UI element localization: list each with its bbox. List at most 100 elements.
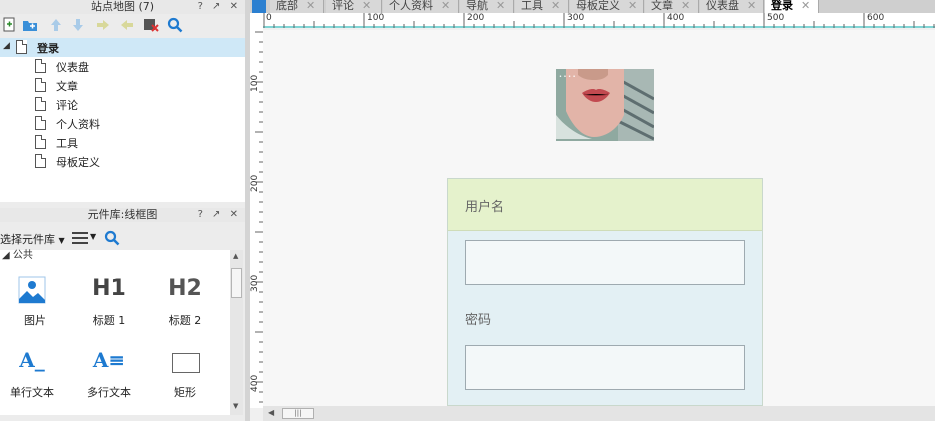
password-input[interactable] bbox=[465, 345, 745, 390]
tree-item-label: 工具 bbox=[56, 137, 78, 150]
delete-page-icon[interactable] bbox=[143, 17, 159, 33]
tree-item-masters[interactable]: 母板定义 bbox=[0, 152, 245, 171]
tree-item-label: 文章 bbox=[56, 80, 78, 93]
widget-label: 多行文本 bbox=[87, 386, 131, 399]
tree-root-login[interactable]: ◢ 登录 bbox=[0, 38, 245, 57]
tab-navigation[interactable]: 导航 ✕ bbox=[460, 0, 514, 13]
move-up-icon[interactable] bbox=[48, 17, 64, 33]
canvas-horizontal-scrollbar[interactable]: ◀ ||| bbox=[263, 406, 935, 421]
close-icon[interactable]: ✕ bbox=[362, 0, 371, 12]
widget-label: 矩形 bbox=[174, 386, 196, 399]
tree-item-article[interactable]: 文章 bbox=[0, 76, 245, 95]
image-icon bbox=[18, 276, 46, 304]
library-title: 元件库:线框图 bbox=[87, 208, 158, 221]
heading2-icon: H2 bbox=[168, 276, 202, 301]
svg-text:• • • •: • • • • bbox=[559, 74, 576, 80]
close-icon[interactable]: ✕ bbox=[551, 0, 560, 12]
tab-label: 文章 bbox=[651, 0, 673, 12]
close-icon[interactable]: ✕ bbox=[747, 0, 756, 12]
scroll-down-icon[interactable]: ▼ bbox=[233, 402, 238, 410]
multi-line-text-icon: A≡ bbox=[92, 348, 126, 372]
ruler-label: 200 bbox=[467, 13, 485, 23]
tab-comments[interactable]: 评论 ✕ bbox=[326, 0, 382, 13]
library-group-header[interactable]: ◢ 公共 bbox=[2, 246, 33, 261]
username-label: 用户名 bbox=[465, 200, 505, 215]
page-icon bbox=[35, 97, 46, 111]
library-toolbar: 选择元件库 ▼ ▼ bbox=[0, 228, 245, 248]
search-icon[interactable] bbox=[167, 17, 183, 33]
add-page-icon[interactable] bbox=[2, 17, 18, 33]
tab-label: 登录 bbox=[771, 0, 793, 12]
chevron-down-icon[interactable]: ▼ bbox=[90, 232, 96, 241]
tab-label: 工具 bbox=[521, 0, 543, 12]
rectangle-icon bbox=[172, 353, 200, 373]
tree-item-comments[interactable]: 评论 bbox=[0, 95, 245, 114]
menu-icon[interactable] bbox=[72, 232, 88, 244]
library-scroll-thumb[interactable] bbox=[231, 268, 242, 298]
ruler-label: 600 bbox=[867, 13, 885, 23]
widget-library: ◢ 公共 图片 H1 标题 1 H2 标题 2 A_ 单行文本 A≡ 多行文本 … bbox=[0, 250, 230, 415]
tree-item-label: 母板定义 bbox=[56, 156, 100, 169]
ruler-label: 300 bbox=[567, 13, 585, 23]
move-down-icon[interactable] bbox=[70, 17, 86, 33]
sitemap-panel-controls[interactable]: ? ↗ ✕ bbox=[198, 0, 241, 14]
horizontal-ruler[interactable]: 0 100 200 300 400 500 600 bbox=[263, 13, 935, 28]
sitemap-tree: ◢ 登录 仪表盘 文章 评论 个人资料 工具 母板定义 bbox=[0, 38, 245, 202]
page-icon bbox=[35, 78, 46, 92]
tab-profile[interactable]: 个人资料 ✕ bbox=[383, 0, 459, 13]
library-panel-controls[interactable]: ? ↗ ✕ bbox=[198, 208, 241, 222]
library-group-label: 公共 bbox=[12, 250, 33, 261]
canvas-scroll-thumb[interactable]: ||| bbox=[282, 408, 314, 419]
page-icon bbox=[16, 40, 27, 54]
ruler-label: 400 bbox=[667, 13, 685, 23]
ruler-label-text: 200 bbox=[250, 174, 260, 192]
close-icon[interactable]: ✕ bbox=[441, 0, 450, 12]
add-folder-icon[interactable] bbox=[22, 17, 38, 33]
ruler-label-text: 100 bbox=[250, 74, 260, 92]
scroll-left-icon[interactable]: ◀ bbox=[268, 408, 274, 417]
scroll-up-icon[interactable]: ▲ bbox=[233, 252, 238, 260]
tab-footer[interactable]: 底部 ✕ bbox=[270, 0, 324, 13]
username-input[interactable] bbox=[465, 240, 745, 285]
tree-item-dashboard[interactable]: 仪表盘 bbox=[0, 57, 245, 76]
design-canvas[interactable]: • • • • 用户名 密码 bbox=[263, 30, 935, 406]
page-icon bbox=[35, 116, 46, 130]
tab-login[interactable]: 登录 ✕ bbox=[765, 0, 819, 13]
widget-label: 图片 bbox=[24, 314, 46, 327]
avatar-photo[interactable]: • • • • bbox=[556, 69, 654, 141]
ruler-label: 0 bbox=[266, 13, 272, 23]
sitemap-toolbar bbox=[0, 14, 245, 36]
tab-dashboard[interactable]: 仪表盘 ✕ bbox=[700, 0, 764, 13]
library-selector[interactable]: 选择元件库 ▼ bbox=[0, 231, 65, 247]
tab-article[interactable]: 文章 ✕ bbox=[645, 0, 699, 13]
tree-item-tools[interactable]: 工具 bbox=[0, 133, 245, 152]
ruler-label: 100 bbox=[367, 13, 385, 23]
page-tabs: 底部 ✕ 评论 ✕ 个人资料 ✕ 导航 ✕ 工具 ✕ 母板定义 ✕ 文章 ✕ 仪表盘 ✕ 登录 ✕ bbox=[250, 0, 935, 13]
vertical-ruler[interactable]: 100 200 300 400 bbox=[250, 28, 263, 408]
search-icon[interactable] bbox=[104, 230, 120, 246]
ruler-corner bbox=[250, 13, 263, 28]
chevron-down-icon: ▼ bbox=[58, 236, 65, 245]
collapse-triangle-icon[interactable]: ◢ bbox=[3, 41, 10, 51]
ruler-ticks bbox=[263, 13, 935, 28]
widget-label: 单行文本 bbox=[10, 386, 54, 399]
close-icon[interactable]: ✕ bbox=[681, 0, 690, 12]
library-selector-label: 选择元件库 bbox=[0, 233, 55, 246]
close-icon[interactable]: ✕ bbox=[628, 0, 637, 12]
outdent-icon[interactable] bbox=[119, 17, 135, 33]
tab-menu-icon[interactable] bbox=[252, 0, 266, 13]
tree-item-profile[interactable]: 个人资料 bbox=[0, 114, 245, 133]
tree-root-label: 登录 bbox=[37, 42, 59, 55]
heading1-icon: H1 bbox=[92, 276, 126, 301]
tab-tools[interactable]: 工具 ✕ bbox=[515, 0, 569, 13]
single-line-text-icon: A_ bbox=[19, 348, 45, 372]
close-icon[interactable]: ✕ bbox=[496, 0, 505, 12]
close-icon[interactable]: ✕ bbox=[801, 0, 810, 12]
library-scrollbar[interactable]: ▲ ▼ bbox=[230, 250, 243, 415]
tab-label: 评论 bbox=[332, 0, 354, 12]
indent-icon[interactable] bbox=[95, 17, 111, 33]
widget-label: 标题 2 bbox=[168, 314, 202, 327]
tab-masters[interactable]: 母板定义 ✕ bbox=[570, 0, 644, 13]
close-icon[interactable]: ✕ bbox=[306, 0, 315, 12]
password-label: 密码 bbox=[465, 313, 492, 328]
